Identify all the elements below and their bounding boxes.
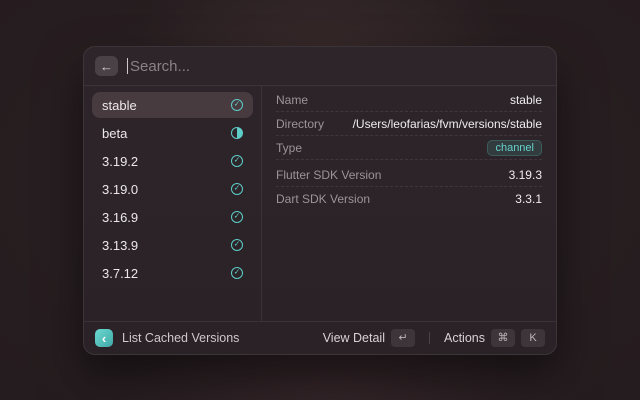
list-item-3-19-0[interactable]: 3.19.0	[92, 176, 253, 202]
cmd-keycap: ⌘	[491, 329, 515, 347]
meta-row-dart-sdk: Dart SDK Version 3.3.1	[276, 187, 542, 210]
back-button[interactable]: ←	[95, 56, 118, 76]
list-item-label: 3.7.12	[102, 266, 138, 281]
meta-row-flutter-sdk: Flutter SDK Version 3.19.3	[276, 163, 542, 187]
detail-panel: Name stable Directory /Users/leofarias/f…	[262, 86, 556, 321]
list-item-label: 3.16.9	[102, 210, 138, 225]
list-item-3-7-12[interactable]: 3.7.12	[92, 260, 253, 286]
actions-button[interactable]: Actions ⌘ K	[444, 329, 545, 347]
list-item-3-16-9[interactable]: 3.16.9	[92, 204, 253, 230]
check-circle-icon	[231, 155, 243, 167]
check-circle-icon	[231, 183, 243, 195]
check-circle-icon	[231, 239, 243, 251]
list-item-label: beta	[102, 126, 127, 141]
meta-value: 3.3.1	[515, 192, 542, 206]
search-input[interactable]: Search...	[127, 58, 545, 75]
meta-label: Name	[276, 93, 308, 107]
meta-label: Directory	[276, 117, 324, 131]
list-item-label: 3.19.2	[102, 154, 138, 169]
check-circle-icon	[231, 267, 243, 279]
k-keycap: K	[521, 329, 545, 347]
main-content: stable beta 3.19.2 3.19.0 3.16.9 3.13.9	[84, 86, 556, 321]
version-list: stable beta 3.19.2 3.19.0 3.16.9 3.13.9	[84, 86, 262, 321]
enter-keycap: ↵	[391, 329, 415, 347]
list-item-beta[interactable]: beta	[92, 120, 253, 146]
chevron-left-icon: ‹	[102, 332, 106, 345]
command-palette-window: ← Search... stable beta 3.19.2 3.19.0	[83, 46, 557, 355]
channel-badge: channel	[487, 140, 542, 156]
list-item-stable[interactable]: stable	[92, 92, 253, 118]
meta-label: Type	[276, 141, 302, 155]
meta-value: /Users/leofarias/fvm/versions/stable	[353, 117, 542, 131]
check-circle-icon	[231, 211, 243, 223]
statusbar-divider	[429, 332, 430, 344]
list-item-3-13-9[interactable]: 3.13.9	[92, 232, 253, 258]
status-bar: ‹ List Cached Versions View Detail ↵ Act…	[84, 321, 556, 354]
view-detail-label: View Detail	[323, 331, 385, 345]
meta-value: 3.19.3	[509, 168, 542, 182]
half-circle-icon	[231, 127, 243, 139]
meta-label: Flutter SDK Version	[276, 168, 381, 182]
list-item-3-19-2[interactable]: 3.19.2	[92, 148, 253, 174]
list-item-label: 3.13.9	[102, 238, 138, 253]
check-circle-icon	[231, 99, 243, 111]
meta-row-directory: Directory /Users/leofarias/fvm/versions/…	[276, 112, 542, 136]
fvm-app-icon: ‹	[95, 329, 113, 347]
meta-row-type: Type channel	[276, 136, 542, 160]
list-item-label: 3.19.0	[102, 182, 138, 197]
text-caret	[127, 58, 128, 74]
list-item-label: stable	[102, 98, 137, 113]
back-arrow-icon: ←	[100, 60, 113, 73]
search-placeholder: Search...	[130, 58, 190, 75]
meta-value: stable	[510, 93, 542, 107]
meta-label: Dart SDK Version	[276, 192, 370, 206]
command-title: List Cached Versions	[122, 331, 314, 345]
search-bar: ← Search...	[84, 47, 556, 86]
actions-label: Actions	[444, 331, 485, 345]
meta-row-name: Name stable	[276, 88, 542, 112]
view-detail-button[interactable]: View Detail ↵	[323, 329, 415, 347]
